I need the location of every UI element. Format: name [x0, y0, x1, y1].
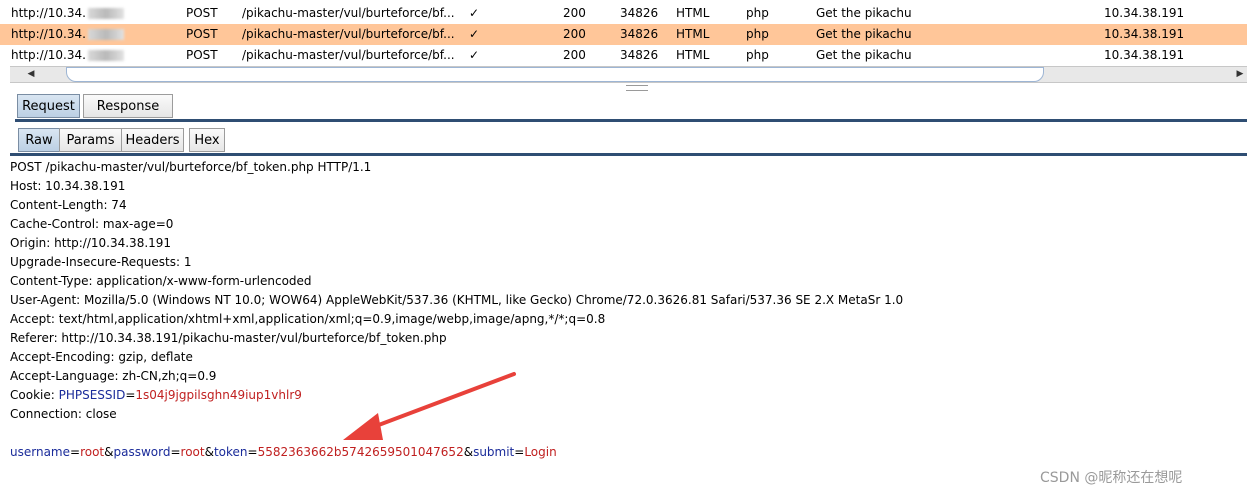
csdn-watermark: CSDN @昵称还在想呢 [1040, 470, 1183, 486]
annotation-arrow-icon [343, 372, 516, 440]
